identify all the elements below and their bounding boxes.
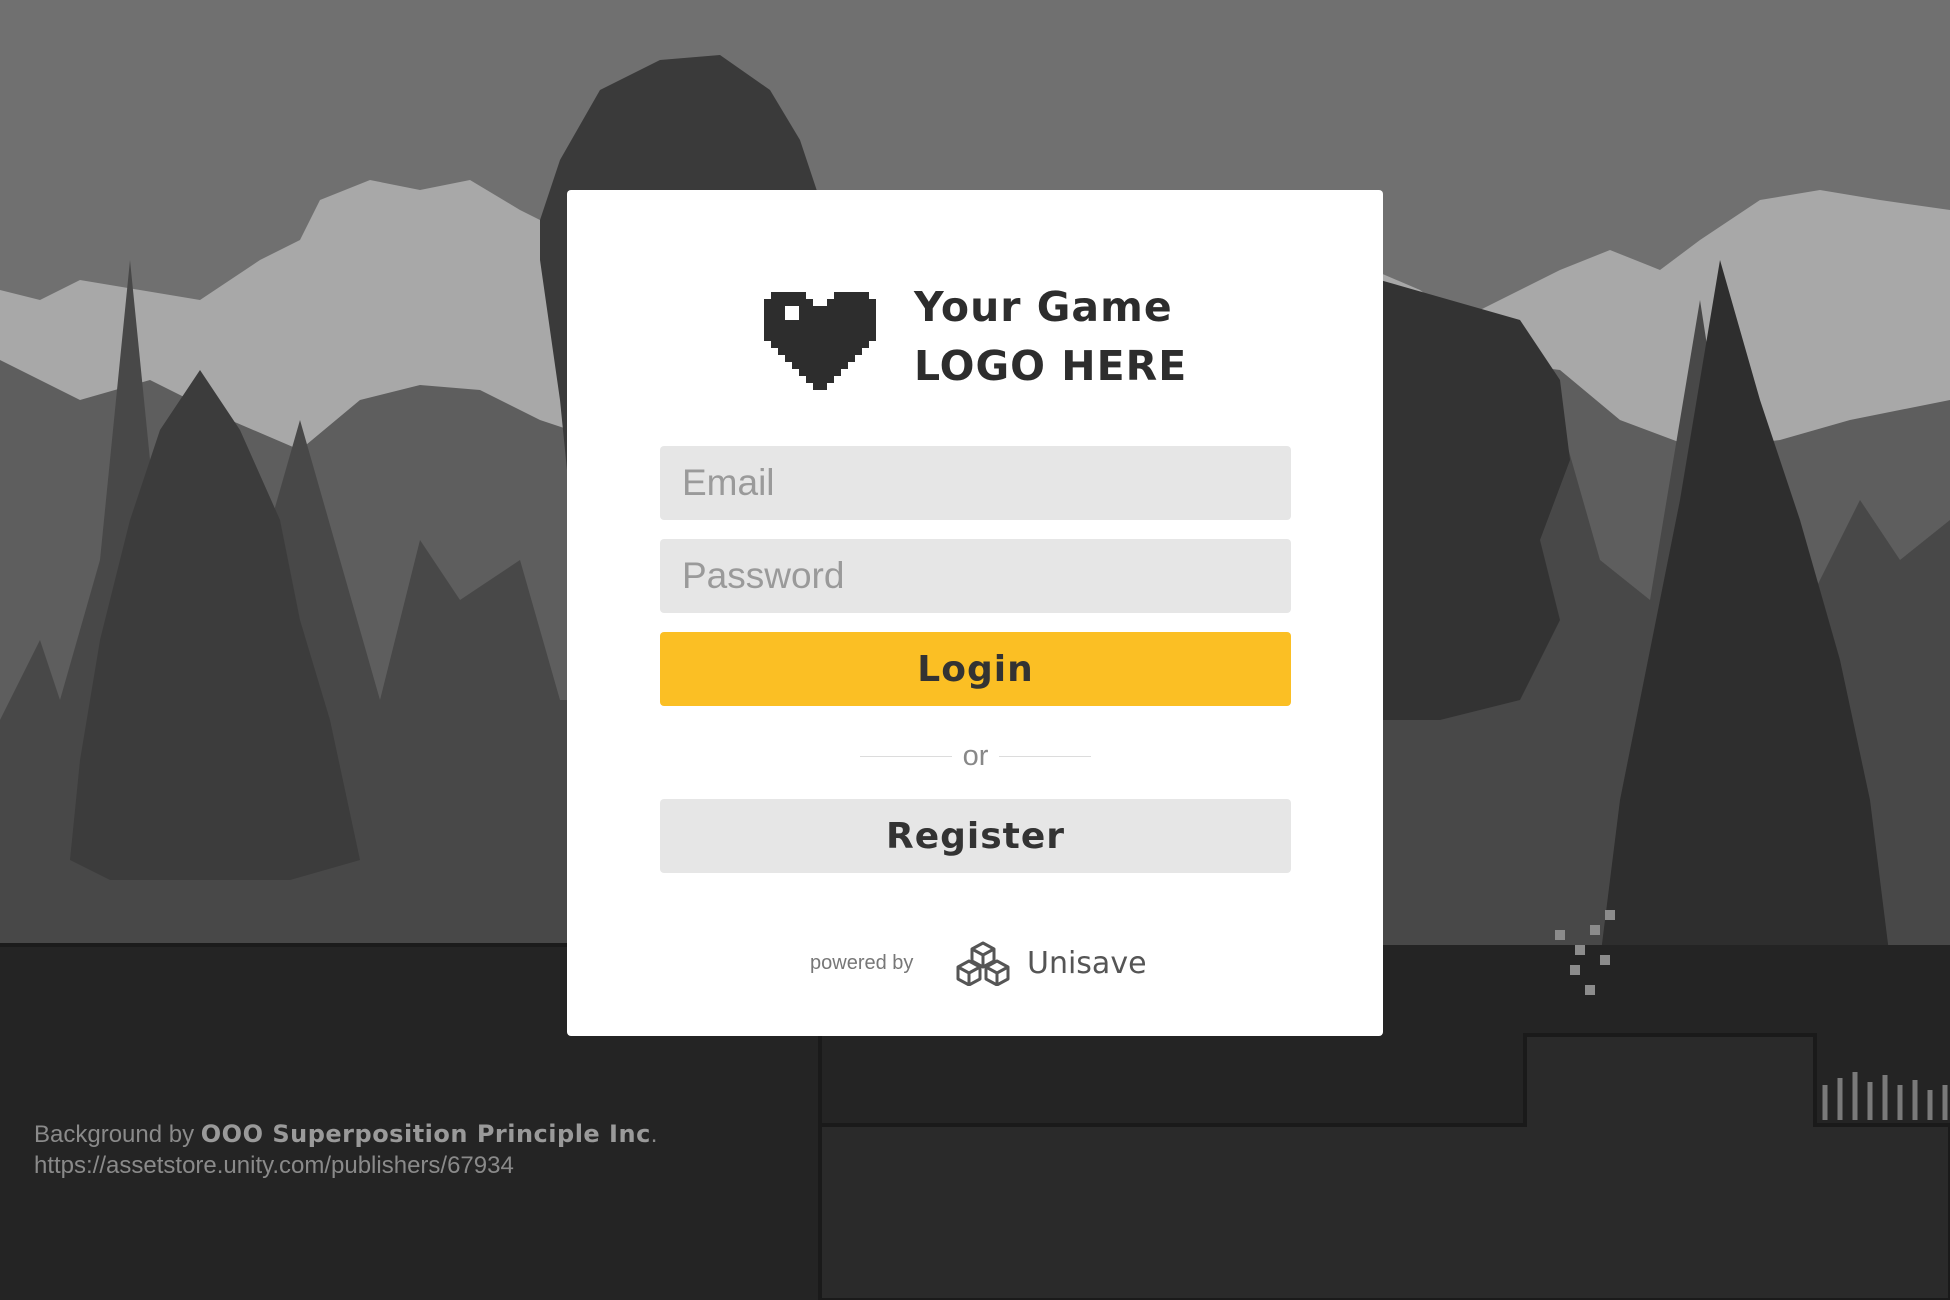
logo-line-1: Your Game (914, 283, 1173, 331)
unisave-cubes-icon (956, 941, 1010, 986)
unisave-brand: Unisave (1027, 946, 1147, 981)
game-logo: Your Game LOGO HERE (764, 278, 1224, 390)
logo-line-2: LOGO HERE (914, 342, 1188, 390)
credits-suffix: . (650, 1121, 658, 1148)
credits-line-1: Background by OOO Superposition Principl… (34, 1119, 657, 1150)
pixel-heart-icon (764, 292, 876, 390)
logo-text: Your Game LOGO HERE (914, 278, 1187, 396)
powered-by-unisave[interactable]: powered by Unisave (810, 938, 1170, 988)
login-card: Your Game LOGO HERE Login or Register po… (567, 190, 1383, 1036)
credits-author: OOO Superposition Principle Inc (200, 1120, 651, 1148)
register-button-label: Register (885, 815, 1066, 857)
email-field[interactable] (660, 446, 1291, 520)
login-button[interactable]: Login (660, 632, 1291, 706)
credits-url-link[interactable]: https://assetstore.unity.com/publishers/… (34, 1150, 657, 1181)
password-field[interactable] (660, 539, 1291, 613)
register-button[interactable]: Register (660, 799, 1291, 873)
or-divider: or (860, 736, 1091, 776)
powered-by-label: powered by (810, 952, 914, 974)
login-button-label: Login (917, 648, 1034, 690)
background-credits: Background by OOO Superposition Principl… (34, 1119, 657, 1181)
credits-prefix: Background by (34, 1121, 195, 1148)
divider-line-right (999, 756, 1091, 757)
